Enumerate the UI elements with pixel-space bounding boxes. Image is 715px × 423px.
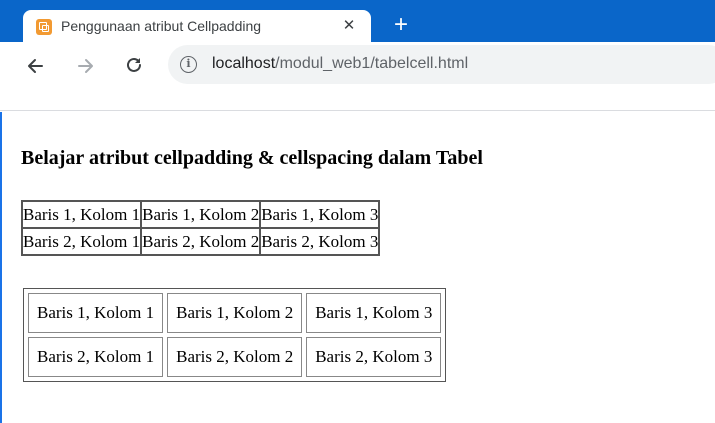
- table-row: Baris 1, Kolom 1 Baris 1, Kolom 2 Baris …: [28, 293, 442, 333]
- tab-title: Penggunaan atribut Cellpadding: [61, 18, 262, 34]
- back-button[interactable]: [18, 42, 52, 88]
- html-file-icon: [36, 19, 52, 35]
- browser-tab[interactable]: Penggunaan atribut Cellpadding ✕: [23, 10, 371, 42]
- page-content: Belajar atribut cellpadding & cellspacin…: [0, 112, 715, 423]
- table-without-padding: Baris 1, Kolom 1 Baris 1, Kolom 2 Baris …: [21, 200, 381, 256]
- table-cell: Baris 2, Kolom 1: [22, 228, 142, 255]
- tab-strip: Penggunaan atribut Cellpadding ✕ +: [0, 0, 715, 42]
- arrow-left-icon: [28, 58, 43, 73]
- forward-button[interactable]: [69, 42, 103, 88]
- url-text[interactable]: localhost/modul_web1/tabelcell.html: [212, 55, 468, 73]
- address-bar[interactable]: i localhost/modul_web1/tabelcell.html: [168, 45, 715, 84]
- reload-icon: [127, 58, 141, 73]
- table-cell: Baris 1, Kolom 2: [167, 293, 303, 333]
- table-with-padding-spacing: Baris 1, Kolom 1 Baris 1, Kolom 2 Baris …: [23, 288, 447, 382]
- new-tab-button[interactable]: +: [388, 13, 414, 38]
- table-cell: Baris 1, Kolom 3: [306, 293, 442, 333]
- table-cell: Baris 2, Kolom 3: [306, 337, 442, 377]
- table-cell: Baris 2, Kolom 2: [141, 228, 261, 255]
- info-icon[interactable]: i: [180, 56, 197, 73]
- table-cell: Baris 2, Kolom 3: [260, 228, 380, 255]
- reload-button[interactable]: [117, 42, 151, 88]
- url-host: localhost: [212, 55, 276, 72]
- table-row: Baris 2, Kolom 1 Baris 2, Kolom 2 Baris …: [22, 228, 380, 255]
- table-cell: Baris 1, Kolom 2: [141, 201, 261, 228]
- table-cell: Baris 1, Kolom 1: [28, 293, 164, 333]
- table-cell: Baris 1, Kolom 3: [260, 201, 380, 228]
- table-cell: Baris 2, Kolom 2: [167, 337, 303, 377]
- table-cell: Baris 2, Kolom 1: [28, 337, 164, 377]
- table-row: Baris 2, Kolom 1 Baris 2, Kolom 2 Baris …: [28, 337, 442, 377]
- browser-toolbar: i localhost/modul_web1/tabelcell.html: [0, 42, 715, 111]
- close-icon[interactable]: ✕: [339, 16, 359, 36]
- table-cell: Baris 1, Kolom 1: [22, 201, 142, 228]
- page-title: Belajar atribut cellpadding & cellspacin…: [21, 147, 483, 169]
- url-path: /modul_web1/tabelcell.html: [275, 55, 469, 72]
- arrow-right-icon: [78, 58, 93, 73]
- table-row: Baris 1, Kolom 1 Baris 1, Kolom 2 Baris …: [22, 201, 380, 228]
